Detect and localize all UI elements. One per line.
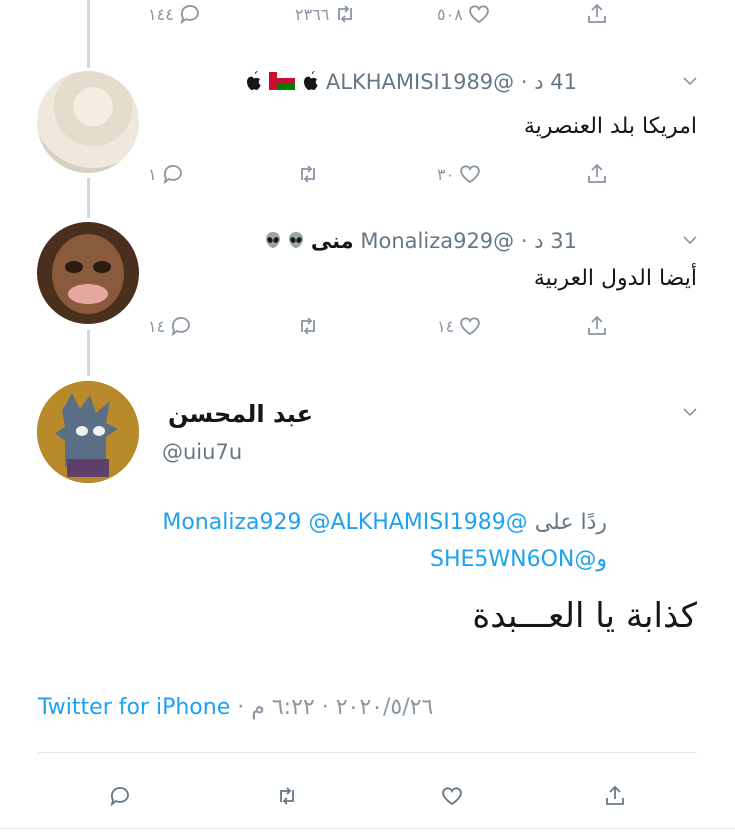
reply-button[interactable] [108, 784, 132, 808]
retweet-icon [301, 165, 315, 183]
top-retweet-count: ٢٣٦٦ [295, 4, 330, 24]
thread-line-mid1 [87, 178, 90, 218]
top-retweet-action[interactable]: ٢٣٦٦ [295, 2, 357, 26]
mention-link[interactable]: @ALKHAMISI1989 [308, 510, 505, 535]
retweet-action[interactable] [296, 314, 320, 338]
divider [38, 752, 697, 753]
avatar[interactable] [37, 222, 139, 324]
tweet-text: امريكا بلد العنصرية [523, 114, 697, 139]
share-icon [588, 315, 606, 335]
tweet-text: أيضا الدول العربية [533, 266, 697, 291]
top-like-count: ٥٠٨ [437, 4, 463, 24]
tweet-handle[interactable]: @Monaliza929 [360, 229, 514, 253]
share-action[interactable] [585, 314, 609, 338]
alien-icon [288, 230, 304, 254]
avatar[interactable] [37, 71, 139, 173]
top-reply-count: ١٤٤ [148, 4, 174, 24]
reply-action[interactable]: ١٤ [148, 314, 193, 338]
reply-count: ١ [148, 164, 157, 184]
reply-icon [180, 5, 199, 25]
tweet-header: 41 د · @ALKHAMISI1989 [244, 70, 577, 96]
retweet-action[interactable] [296, 162, 320, 186]
tweet-meta: Twitter for iPhone · ٢٠٢٠/٥/٢٦ · ٦:٢٢ م [38, 695, 433, 720]
like-count: ١٤ [437, 316, 455, 336]
reply-icon [110, 787, 129, 807]
tweet-date: ٢٠٢٠/٥/٢٦ [335, 695, 434, 720]
tweet-time: 41 د [534, 70, 577, 94]
chevron-down-icon[interactable] [682, 73, 698, 89]
retweet-button[interactable] [275, 784, 299, 808]
heart-icon [468, 5, 489, 24]
dot-separator: · [520, 70, 528, 94]
like-count: ٣٠ [437, 164, 455, 184]
alien-icon [265, 230, 281, 254]
top-share-action[interactable] [585, 2, 609, 26]
tweet-source-link[interactable]: Twitter for iPhone [38, 695, 230, 720]
dot-separator: · [237, 695, 252, 720]
tweet-text: كذابة يا العـــبدة [472, 596, 697, 636]
reply-action[interactable]: ١ [148, 162, 185, 186]
apple-icon [244, 70, 262, 96]
avatar[interactable] [37, 381, 139, 483]
retweet-icon [338, 5, 353, 23]
mention-link[interactable]: @SHE5WN6ON [430, 547, 596, 572]
thread-line-mid2 [87, 330, 90, 376]
like-button[interactable] [440, 784, 464, 808]
reply-icon [163, 165, 182, 185]
replying-to-line2: و@SHE5WN6ON [430, 547, 607, 572]
reply-icon [171, 317, 191, 337]
tweet-time: ٦:٢٢ م [251, 695, 315, 720]
heart-icon [460, 317, 481, 336]
like-action[interactable]: ١٤ [437, 314, 482, 338]
tweet-handle[interactable]: @uiu7u [162, 440, 242, 464]
retweet-icon [301, 317, 315, 335]
share-button[interactable] [603, 784, 627, 808]
reply-count: ١٤ [148, 316, 166, 336]
share-icon [606, 785, 624, 805]
share-icon [588, 3, 606, 23]
tweet-time: 31 د [534, 229, 577, 253]
oman-flag-icon [268, 71, 295, 95]
top-reply-action[interactable]: ١٤٤ [148, 2, 202, 26]
top-like-action[interactable]: ٥٠٨ [437, 2, 491, 26]
tweet-header: 31 د · @Monaliza929 منى [265, 229, 577, 254]
apple-icon [301, 70, 319, 96]
thread-line-top [87, 0, 90, 68]
share-action[interactable] [585, 162, 609, 186]
replying-to: ردًا على @Monaliza929 @ALKHAMISI1989 [162, 510, 607, 535]
replying-to-label: ردًا على [534, 510, 607, 535]
like-action[interactable]: ٣٠ [437, 162, 482, 186]
tweet-handle[interactable]: @ALKHAMISI1989 [326, 70, 514, 94]
dot-separator: · [520, 229, 528, 253]
display-name[interactable]: عبد المحسن [168, 400, 313, 428]
heart-icon [442, 787, 462, 806]
display-name[interactable]: منى [311, 229, 354, 253]
heart-icon [460, 165, 481, 184]
share-icon [588, 163, 606, 183]
chevron-down-icon[interactable] [682, 232, 698, 248]
divider [0, 828, 735, 829]
chevron-down-icon[interactable] [682, 404, 698, 420]
mention-conjunction: و [596, 547, 607, 572]
dot-separator: · [314, 695, 329, 720]
retweet-icon [280, 787, 294, 805]
